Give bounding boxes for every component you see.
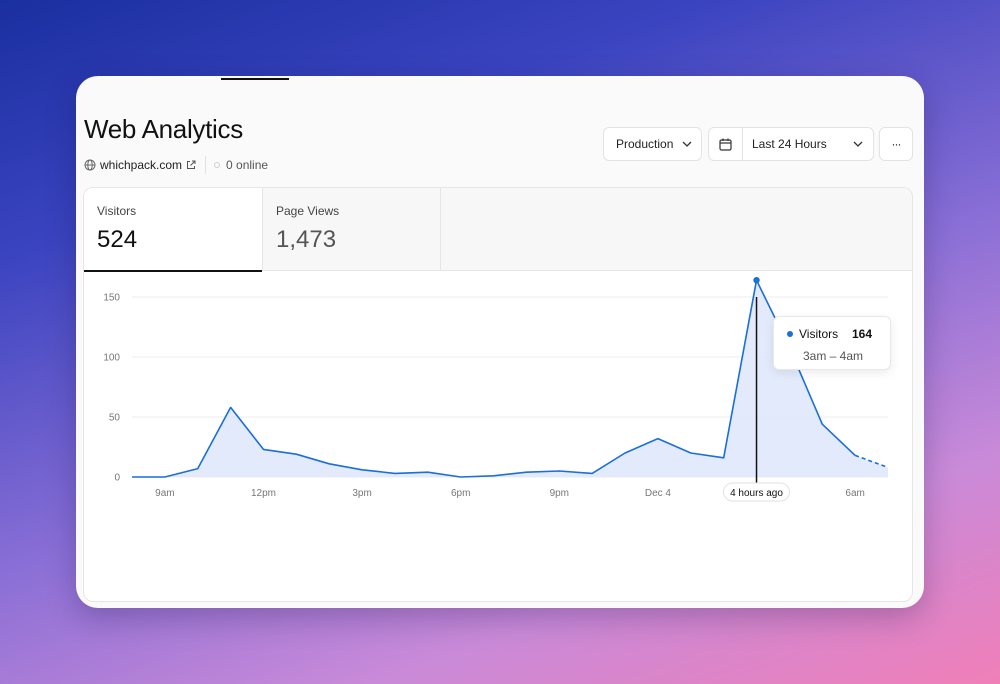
external-link-icon[interactable]	[186, 160, 196, 170]
online-count: 0 online	[226, 158, 269, 172]
more-icon: ···	[891, 137, 902, 151]
analytics-card: Web Analytics whichpack.com 0 online Pro…	[76, 76, 924, 608]
divider	[205, 156, 207, 174]
x-tick-label: 3pm	[352, 488, 371, 499]
x-tick-label: 4 hours ago	[730, 488, 783, 499]
x-tick-label: 6pm	[451, 488, 470, 499]
metric-tabs: Visitors 524 Page Views 1,473	[84, 188, 912, 272]
active-tab-indicator	[221, 78, 289, 80]
tooltip-time-range: 3am – 4am	[803, 349, 864, 363]
site-link[interactable]: whichpack.com	[100, 158, 182, 172]
analytics-panel: Visitors 524 Page Views 1,473 0 50 100 150 9…	[83, 187, 913, 602]
tab-value: 524	[97, 226, 138, 253]
calendar-icon	[709, 128, 743, 160]
x-tick-label: 12pm	[251, 488, 276, 499]
page-title: Web Analytics	[84, 114, 243, 144]
date-range-label: Last 24 Hours	[752, 137, 827, 151]
x-tick-label: Dec 4	[645, 488, 672, 499]
data-point	[753, 277, 760, 284]
environment-label: Production	[616, 137, 674, 151]
y-tick-label: 50	[109, 413, 121, 424]
tab-visitors[interactable]: Visitors 524	[84, 188, 263, 272]
y-tick-label: 150	[103, 293, 120, 304]
area-fill	[132, 280, 888, 477]
tab-value: 1,473	[276, 226, 337, 253]
site-info: whichpack.com 0 online	[84, 156, 268, 174]
x-tick-label: 9pm	[550, 488, 569, 499]
environment-select[interactable]: Production	[603, 127, 702, 161]
chevron-down-icon	[853, 141, 863, 147]
y-tick-label: 0	[114, 473, 120, 484]
series-color-dot	[787, 331, 793, 337]
online-status-dot	[214, 162, 221, 168]
x-tick-label: 6am	[845, 488, 864, 499]
more-options-button[interactable]: ···	[879, 127, 913, 161]
chart-tooltip: Visitors 164 3am – 4am	[773, 316, 891, 370]
chevron-down-icon	[682, 141, 692, 147]
tab-label: Visitors	[97, 204, 137, 218]
y-tick-label: 100	[103, 353, 120, 364]
tab-page-views[interactable]: Page Views 1,473	[263, 188, 441, 271]
tab-label: Page Views	[276, 204, 340, 218]
tooltip-value: 164	[852, 327, 873, 341]
globe-icon	[84, 159, 96, 171]
x-tick-label: 9am	[155, 488, 174, 499]
tooltip-series-name: Visitors	[799, 327, 839, 341]
date-range-select[interactable]: Last 24 Hours	[708, 127, 874, 161]
